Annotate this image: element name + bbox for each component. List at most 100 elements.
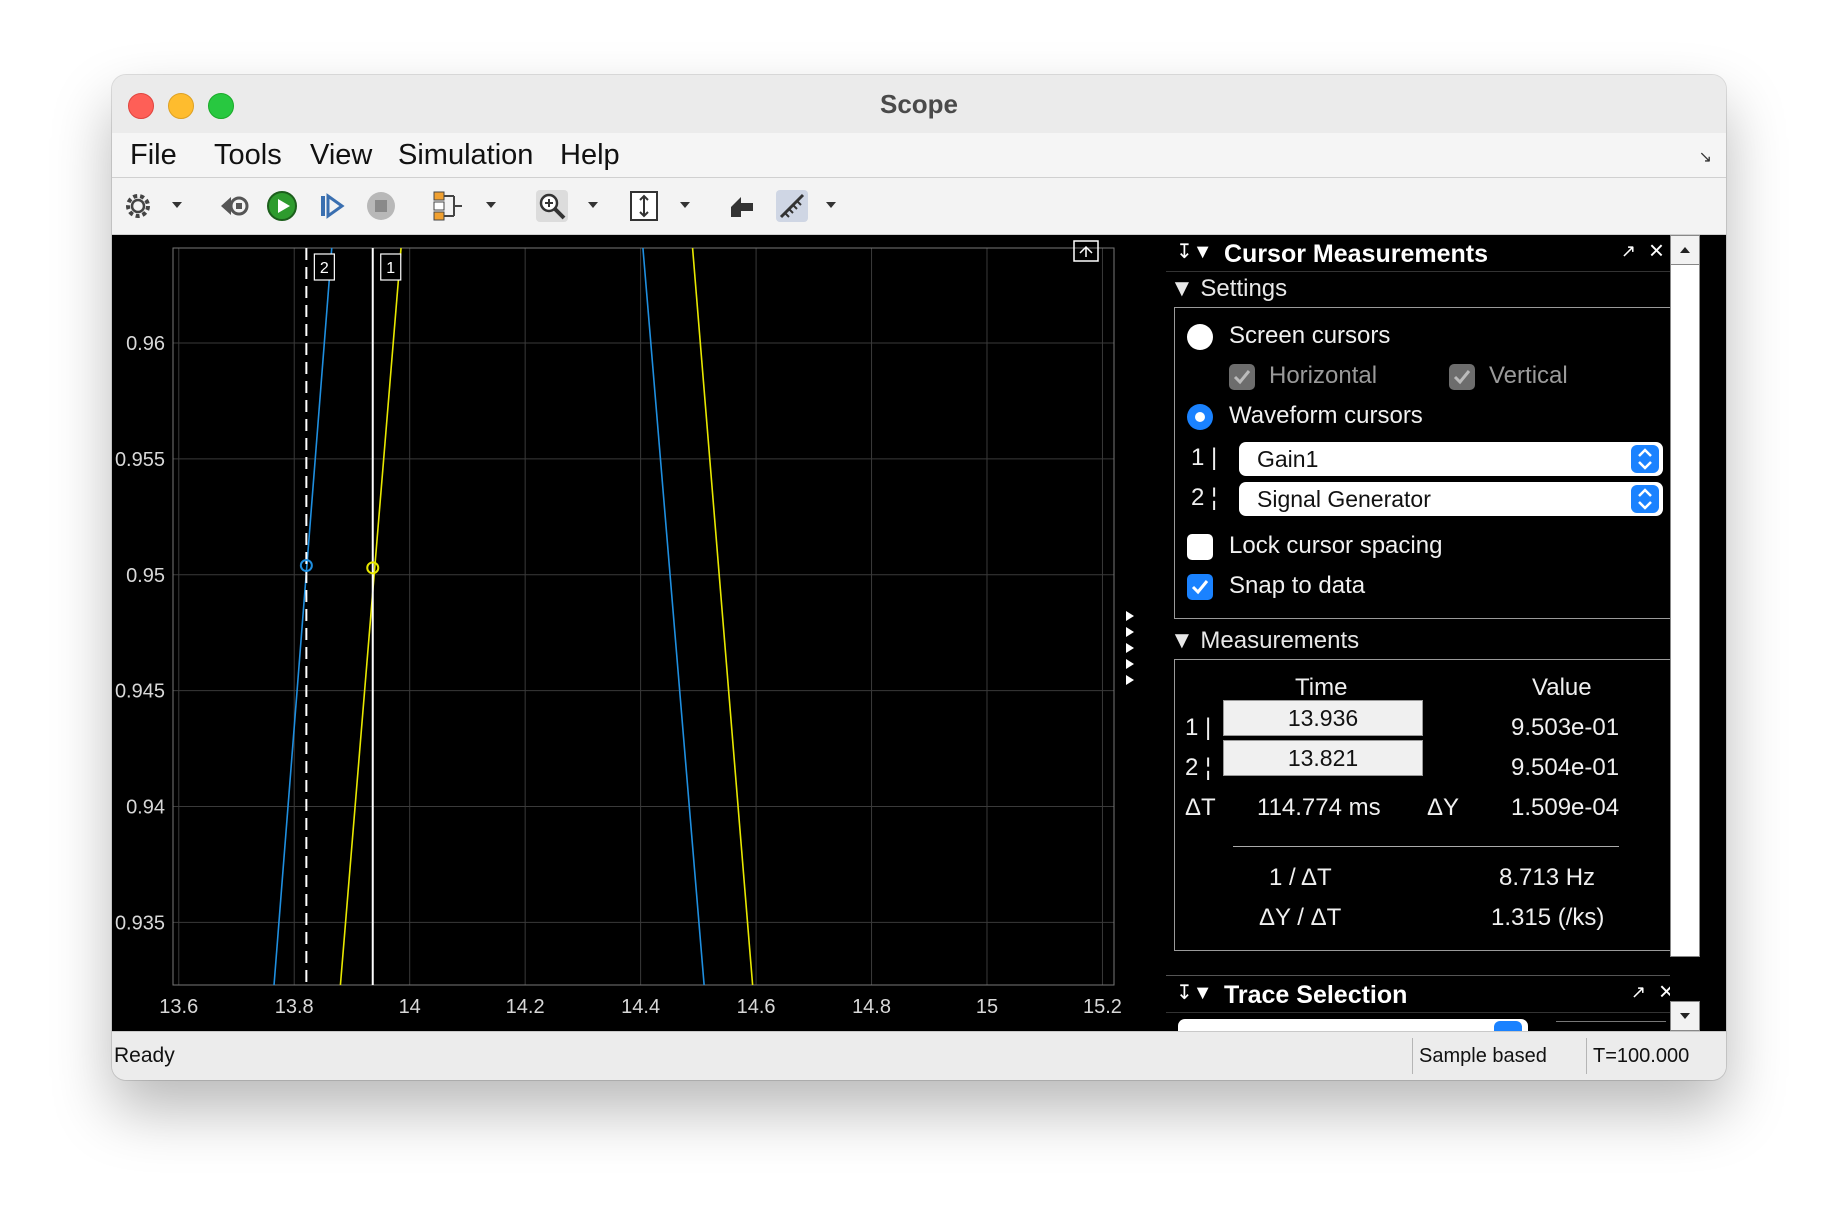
cursor1-tag: 1 | xyxy=(1191,444,1218,471)
dropdown-arrow-icon xyxy=(1494,1021,1522,1031)
horizontal-checkbox xyxy=(1229,364,1255,390)
y-tick-label: 0.96 xyxy=(126,333,165,355)
scope-window: Scope File Tools View Simulation Help ↘ xyxy=(112,75,1726,1080)
menu-tools[interactable]: Tools xyxy=(214,139,282,172)
measurements-divider xyxy=(1233,846,1619,847)
cursor-panel-header[interactable]: ↧▼ Cursor Measurements ↗ × xyxy=(1166,235,1676,272)
step-back-icon[interactable] xyxy=(216,188,252,224)
trace-panel-title: Trace Selection xyxy=(1224,981,1408,1009)
y-tick-label: 0.94 xyxy=(126,797,165,819)
slope-label: ΔY / ΔT xyxy=(1259,904,1342,931)
cursor1-number: 1 xyxy=(1191,444,1205,471)
stop-icon[interactable] xyxy=(364,188,398,224)
signal-routing-icon[interactable] xyxy=(428,188,468,224)
collapse-arrows-icon[interactable] xyxy=(1126,611,1134,685)
scroll-up-arrow-icon[interactable] xyxy=(1670,235,1700,265)
x-tick-label: 15 xyxy=(976,996,998,1018)
row1-number: 1 xyxy=(1185,714,1199,741)
cursor1-signal-value: Gain1 xyxy=(1257,446,1319,472)
delta-t-value: 114.774 ms xyxy=(1257,794,1381,821)
dock-arrow-icon[interactable]: ↘ xyxy=(1699,147,1712,167)
menu-view[interactable]: View xyxy=(310,139,372,172)
gear-icon[interactable] xyxy=(122,188,154,224)
step-forward-icon[interactable] xyxy=(314,188,348,224)
x-tick-label: 13.6 xyxy=(159,996,198,1018)
vertical-label: Vertical xyxy=(1489,362,1568,389)
settings-label: Settings xyxy=(1200,275,1288,302)
waveform-cursors-radio[interactable] xyxy=(1187,404,1213,430)
scrollbar-thumb[interactable] xyxy=(1670,235,1700,957)
measurements-dropdown-caret[interactable] xyxy=(826,202,836,208)
cursor1-signal-select[interactable]: Gain1 xyxy=(1239,442,1663,476)
status-bar: Ready Sample based T=100.000 xyxy=(112,1031,1726,1080)
measurements-icon[interactable] xyxy=(772,188,812,224)
scale-axes-icon[interactable] xyxy=(624,188,664,224)
pin-icon[interactable]: ↧▼ xyxy=(1176,980,1213,1005)
undock-icon[interactable]: ↗ xyxy=(1621,241,1636,262)
time-header: Time xyxy=(1295,674,1348,701)
zoom-icon[interactable] xyxy=(532,188,572,224)
settings-section-header[interactable]: ▼ Settings xyxy=(1170,275,1287,303)
right-panel: ↧▼ Cursor Measurements ↗ × ▼ Settings Sc… xyxy=(1156,235,1726,1031)
snap-to-data-label: Snap to data xyxy=(1229,572,1366,599)
snap-to-data-checkbox[interactable] xyxy=(1187,574,1213,600)
trace-segment xyxy=(642,247,705,986)
scale-dropdown-caret[interactable] xyxy=(680,202,690,208)
scroll-track-bottom xyxy=(1670,957,1700,1031)
status-mode: Sample based xyxy=(1412,1038,1585,1074)
cursor2-time-field[interactable]: 13.821 xyxy=(1223,740,1423,776)
trace-segment xyxy=(691,247,754,986)
cursor2-value: 9.504e-01 xyxy=(1511,754,1620,781)
menu-bar: File Tools View Simulation Help ↘ xyxy=(112,133,1726,178)
highlight-block-icon[interactable] xyxy=(722,188,762,224)
value-header: Value xyxy=(1532,674,1592,701)
delta-y-label: ΔY xyxy=(1427,794,1460,821)
settings-dropdown-caret[interactable] xyxy=(172,202,182,208)
y-tick-label: 0.945 xyxy=(115,681,165,703)
settings-group: Screen cursors Horizontal Vertical Wavef… xyxy=(1174,307,1676,619)
status-time: T=100.000 xyxy=(1586,1038,1713,1074)
x-tick-label: 14.8 xyxy=(852,996,891,1018)
menu-help[interactable]: Help xyxy=(560,139,620,172)
menu-simulation[interactable]: Simulation xyxy=(398,139,533,172)
y-tick-label: 0.935 xyxy=(115,912,165,934)
run-icon[interactable] xyxy=(264,188,300,224)
plot-area: 1 2 13.6 13.8 14 14.2 14.4 14.6 14.8 15 15.2 0.935… xyxy=(112,235,1156,1031)
window-title: Scope xyxy=(879,89,959,119)
cursor2-signal-select[interactable]: Signal Generator xyxy=(1239,482,1663,516)
trace-panel-header[interactable]: ↧▼ Trace Selection ↗ × xyxy=(1166,975,1686,1013)
screen-cursors-label: Screen cursors xyxy=(1229,322,1391,349)
status-ready: Ready xyxy=(114,1044,175,1067)
plot-frame xyxy=(172,247,1115,986)
cursor1-time-field[interactable]: 13.936 xyxy=(1223,700,1423,736)
updown-arrows-icon xyxy=(1631,445,1659,473)
row2-tag: 2 ¦ xyxy=(1185,754,1212,781)
x-tick-label: 14.2 xyxy=(506,996,545,1018)
x-tick-label: 14.4 xyxy=(621,996,660,1018)
lock-cursor-spacing-label: Lock cursor spacing xyxy=(1229,532,1443,559)
cursor-panel-title: Cursor Measurements xyxy=(1224,240,1488,268)
trace-select-dropdown[interactable] xyxy=(1178,1019,1528,1031)
routing-dropdown-caret[interactable] xyxy=(486,202,496,208)
pin-icon[interactable]: ↧▼ xyxy=(1176,239,1213,264)
scroll-down-arrow-icon[interactable] xyxy=(1670,1001,1700,1031)
x-tick-label: 14 xyxy=(399,996,421,1018)
vertical-checkbox xyxy=(1449,364,1475,390)
delta-t-label: ΔT xyxy=(1185,794,1216,821)
title-bar: Scope xyxy=(112,75,1726,134)
measurements-label: Measurements xyxy=(1200,627,1360,654)
panel-scrollbar[interactable] xyxy=(1670,235,1700,957)
lock-cursor-spacing-checkbox[interactable] xyxy=(1187,534,1213,560)
y-tick-label: 0.955 xyxy=(115,449,165,471)
zoom-dropdown-caret[interactable] xyxy=(588,202,598,208)
undock-icon[interactable]: ↗ xyxy=(1631,982,1646,1003)
scope-plot[interactable]: 1 2 13.6 13.8 14 14.2 14.4 14.6 14.8 15 15.2 0.935… xyxy=(112,235,1156,1031)
measurements-section-header[interactable]: ▼ Measurements xyxy=(1170,627,1359,655)
inverse-delta-t-label: 1 / ΔT xyxy=(1269,864,1332,891)
cursor-tag-label-2: 2 xyxy=(320,260,329,277)
close-icon[interactable]: × xyxy=(1649,235,1664,266)
screen-cursors-radio[interactable] xyxy=(1187,324,1213,350)
row2-number: 2 xyxy=(1185,754,1199,781)
slope-value: 1.315 (/ks) xyxy=(1491,904,1605,931)
menu-file[interactable]: File xyxy=(130,139,177,172)
